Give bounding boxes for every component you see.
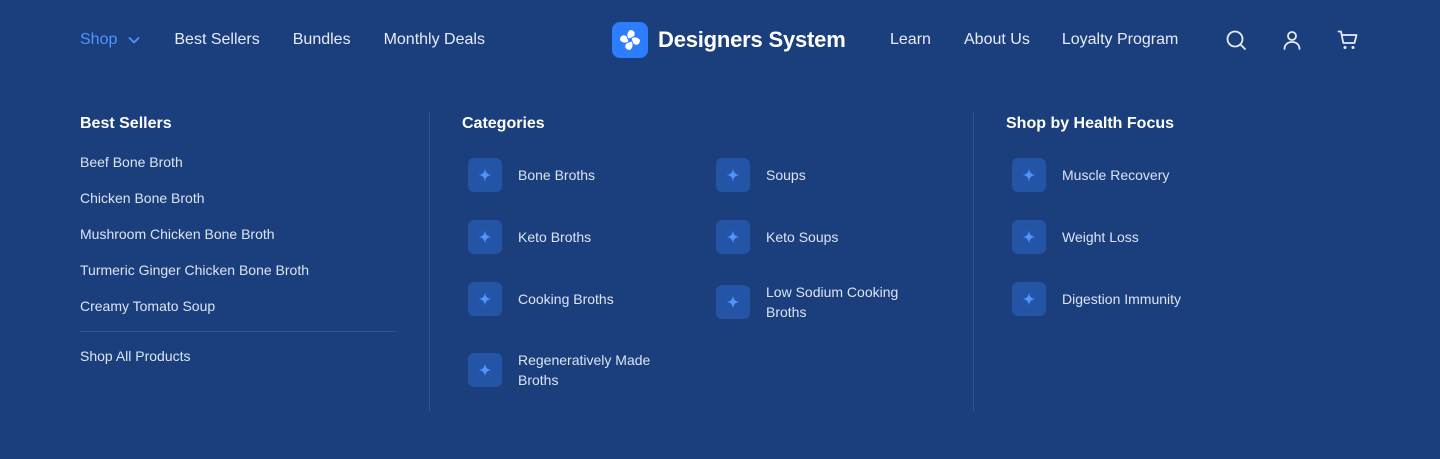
- sparkle-icon: [468, 220, 502, 254]
- category-label: Low Sodium Cooking Broths: [766, 284, 899, 320]
- nav-icon-group: [1224, 28, 1360, 52]
- nav-about-us[interactable]: About Us: [964, 31, 1030, 49]
- category-item-keto-soups[interactable]: Keto Soups: [716, 220, 926, 254]
- sparkle-icon: [1012, 158, 1046, 192]
- nav-bundles[interactable]: Bundles: [293, 31, 351, 49]
- sparkle-icon: [468, 353, 502, 387]
- search-icon[interactable]: [1224, 28, 1248, 52]
- best-sellers-divider: [80, 331, 396, 332]
- health-item-weight-loss[interactable]: Weight Loss: [1012, 220, 1222, 254]
- nav-shop[interactable]: Shop: [80, 31, 141, 49]
- category-item-low-sodium-cooking-broths[interactable]: Low Sodium Cooking Broths: [716, 282, 926, 322]
- nav-left-group: Shop Best Sellers Bundles Monthly Deals: [80, 0, 518, 80]
- shop-all-products-link[interactable]: Shop All Products: [80, 348, 191, 364]
- best-seller-item[interactable]: Creamy Tomato Soup: [80, 296, 309, 332]
- column-divider: [429, 112, 430, 412]
- best-seller-item[interactable]: Beef Bone Broth: [80, 152, 309, 188]
- user-icon[interactable]: [1280, 28, 1304, 52]
- best-sellers-title: Best Sellers: [80, 115, 172, 132]
- health-item-digestion-immunity[interactable]: Digestion Immunity: [1012, 282, 1222, 316]
- column-divider: [973, 112, 974, 412]
- category-label: Cooking Broths: [518, 291, 614, 307]
- nav-monthly-deals[interactable]: Monthly Deals: [384, 31, 485, 49]
- logo-icon: [612, 22, 648, 58]
- sparkle-icon: [1012, 220, 1046, 254]
- sparkle-icon: [468, 282, 502, 316]
- health-focus-title: Shop by Health Focus: [1006, 115, 1175, 132]
- top-navigation: Shop Best Sellers Bundles Monthly Deals …: [0, 0, 1440, 80]
- sparkle-icon: [716, 158, 750, 192]
- category-label: Bone Broths: [518, 167, 596, 183]
- nav-best-sellers[interactable]: Best Sellers: [174, 31, 259, 49]
- categories-title: Categories: [462, 115, 545, 132]
- best-seller-item[interactable]: Chicken Bone Broth: [80, 188, 309, 224]
- health-label: Digestion Immunity: [1062, 291, 1182, 307]
- brand-name: Designers System: [658, 27, 846, 52]
- sparkle-icon: [716, 220, 750, 254]
- best-seller-item[interactable]: Turmeric Ginger Chicken Bone Broth: [80, 260, 309, 296]
- nav-loyalty-program[interactable]: Loyalty Program: [1062, 31, 1179, 49]
- nav-right-group: Learn About Us Loyalty Program: [890, 0, 1210, 80]
- health-label: Muscle Recovery: [1062, 167, 1170, 183]
- cart-icon[interactable]: [1336, 28, 1360, 52]
- nav-shop-label: Shop: [80, 31, 118, 48]
- sparkle-icon: [716, 285, 750, 319]
- category-label: Soups: [766, 167, 806, 183]
- category-item-regeneratively-made-broths[interactable]: Regeneratively Made Broths: [468, 350, 678, 390]
- nav-learn[interactable]: Learn: [890, 31, 932, 49]
- category-item-bone-broths[interactable]: Bone Broths: [468, 158, 678, 192]
- sparkle-icon: [468, 158, 502, 192]
- best-sellers-list: Beef Bone Broth Chicken Bone Broth Mushr…: [80, 152, 309, 332]
- category-label: Regeneratively Made Broths: [518, 352, 651, 388]
- category-label: Keto Soups: [766, 229, 839, 245]
- category-item-soups[interactable]: Soups: [716, 158, 926, 192]
- category-item-keto-broths[interactable]: Keto Broths: [468, 220, 678, 254]
- health-label: Weight Loss: [1062, 229, 1139, 245]
- sparkle-icon: [1012, 282, 1046, 316]
- health-item-muscle-recovery[interactable]: Muscle Recovery: [1012, 158, 1222, 192]
- best-seller-item[interactable]: Mushroom Chicken Bone Broth: [80, 224, 309, 260]
- chevron-down-icon: [128, 37, 140, 44]
- brand[interactable]: Designers System: [612, 22, 846, 58]
- category-item-cooking-broths[interactable]: Cooking Broths: [468, 282, 678, 316]
- category-label: Keto Broths: [518, 229, 592, 245]
